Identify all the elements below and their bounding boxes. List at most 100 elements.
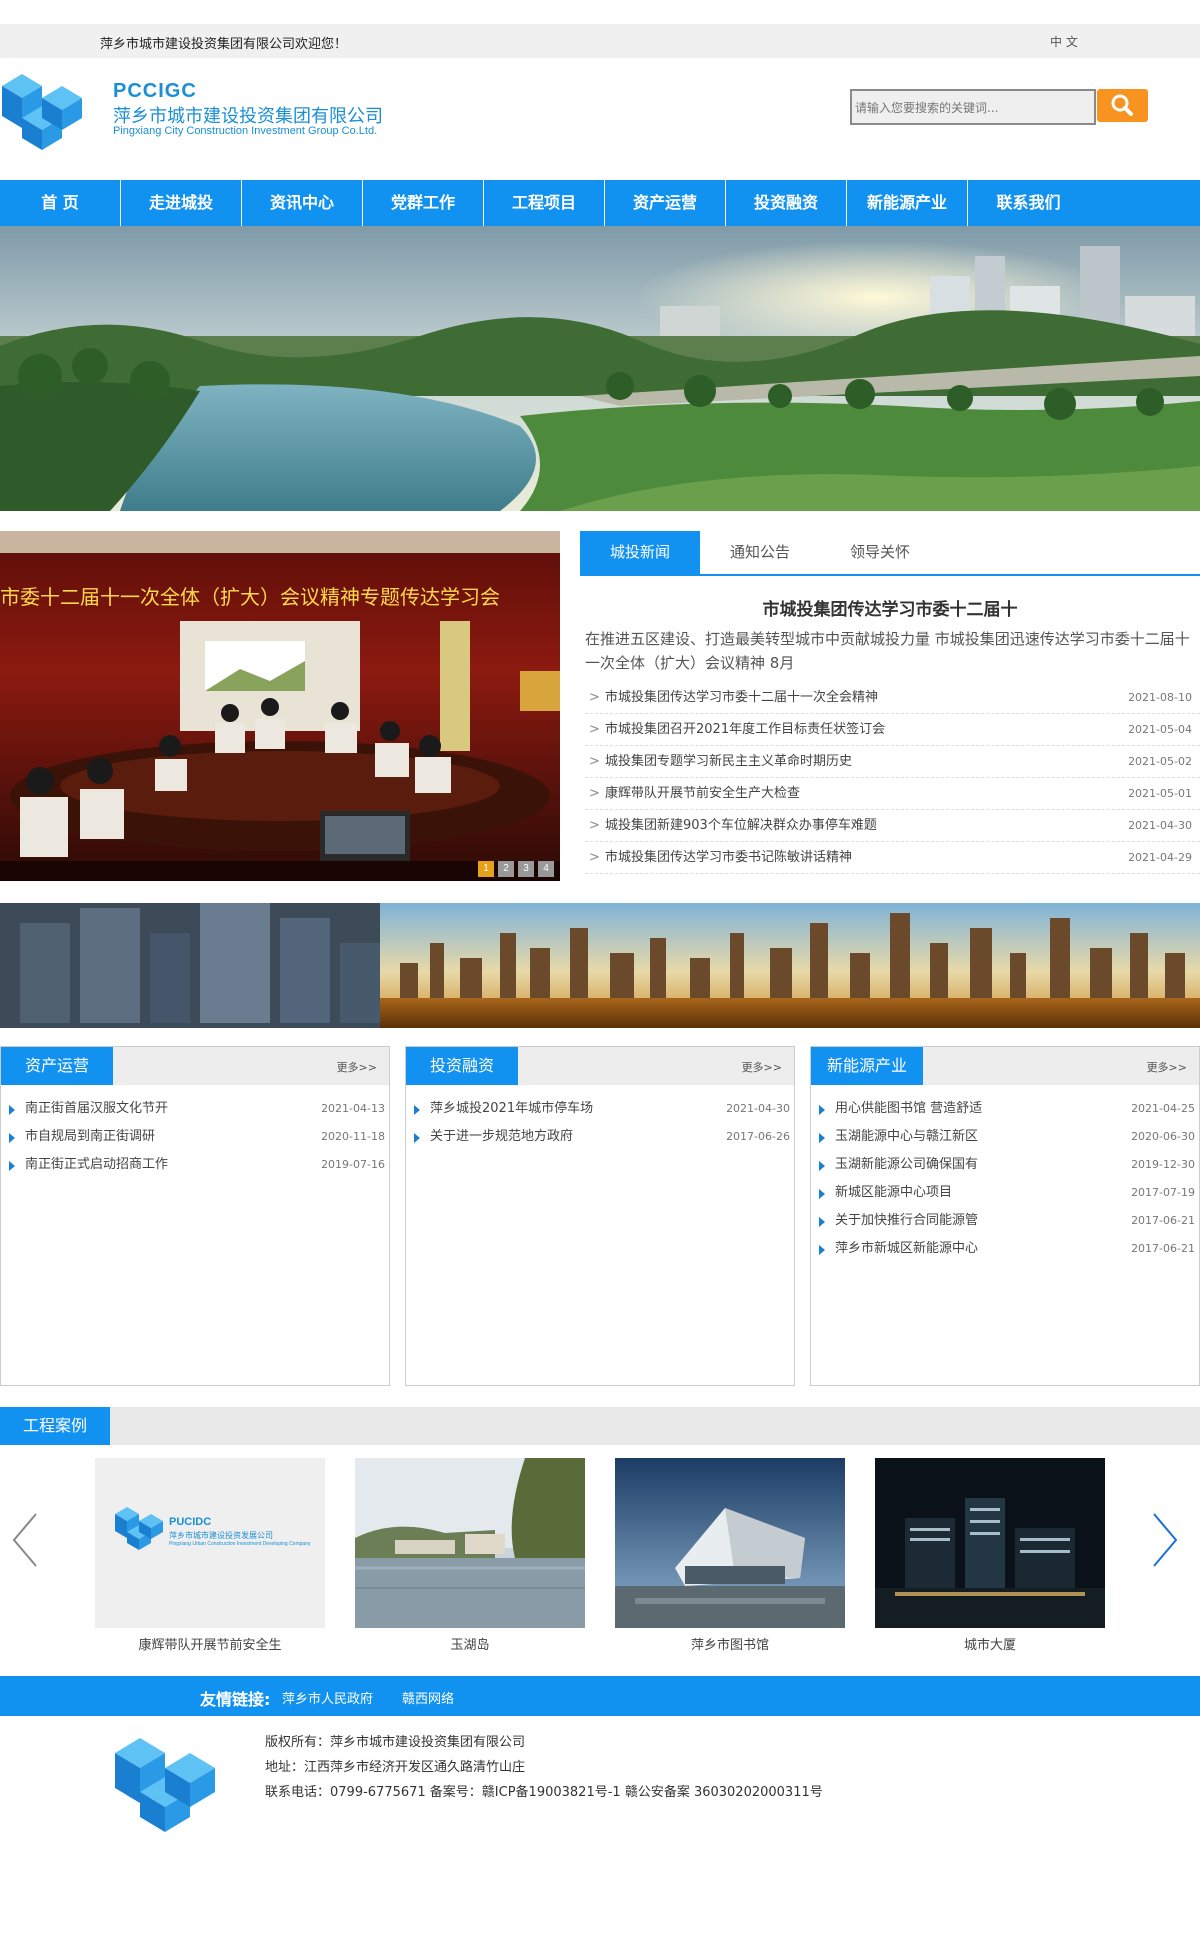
- box-list: 南正街首届汉服文化节开 2021-04-13 市自规局到南正街调研 2020-11-…: [1, 1085, 389, 1179]
- search-button[interactable]: [1097, 89, 1148, 122]
- list-item[interactable]: 南正街首届汉服文化节开 2021-04-13: [1, 1095, 389, 1123]
- box-title[interactable]: 资产运营: [1, 1047, 113, 1085]
- list-item[interactable]: 南正街正式启动招商工作 2019-07-16: [1, 1151, 389, 1179]
- chevron-right-icon[interactable]: [1150, 1510, 1180, 1570]
- nav-new-energy[interactable]: 新能源产业: [847, 180, 968, 226]
- list-item[interactable]: 萍乡市新城区新能源中心 2017-06-21: [811, 1235, 1199, 1263]
- nav-about[interactable]: 走进城投: [121, 180, 242, 226]
- item-title[interactable]: 市自规局到南正街调研: [25, 1129, 155, 1144]
- item-title[interactable]: 玉湖新能源公司确保国有: [835, 1157, 978, 1172]
- case-logo-english-name: Pingxiang Urban Construction Investment …: [169, 1541, 311, 1547]
- case-label[interactable]: 康辉带队开展节前安全生: [95, 1634, 325, 1653]
- more-link[interactable]: 更多>>: [1147, 1059, 1187, 1075]
- friend-links-label: 友情链接:: [200, 1690, 271, 1709]
- list-item[interactable]: > 城投集团专题学习新民主主义革命时期历史 2021-05-02: [585, 746, 1200, 778]
- asset-operation-box: 资产运营 更多>> 南正街首届汉服文化节开 2021-04-13 市自规局到南正街…: [0, 1046, 390, 1386]
- cases-header: 工程案例: [0, 1407, 1200, 1445]
- case-label[interactable]: 城市大厦: [875, 1634, 1105, 1653]
- item-title[interactable]: 萍乡市新城区新能源中心: [835, 1241, 978, 1256]
- list-item[interactable]: > 康辉带队开展节前安全生产大检查 2021-05-01: [585, 778, 1200, 810]
- triangle-bullet-icon: [819, 1245, 825, 1255]
- item-title[interactable]: 关于加快推行合同能源管: [835, 1213, 978, 1228]
- nav-investment[interactable]: 投资融资: [726, 180, 847, 226]
- featured-summary: 在推进五区建设、打造最美转型城市中贡献城投力量 市城投集团迅速传达学习市委十二届…: [585, 630, 1190, 672]
- nav-party-work[interactable]: 党群工作: [363, 180, 484, 226]
- triangle-bullet-icon: [819, 1217, 825, 1227]
- case-card[interactable]: 玉湖岛: [355, 1458, 585, 1653]
- list-item[interactable]: 新城区能源中心项目 2017-07-19: [811, 1179, 1199, 1207]
- triangle-bullet-icon: [414, 1133, 420, 1143]
- city-skyline-banner: [0, 903, 1200, 1028]
- slide-dot[interactable]: 3: [518, 861, 534, 877]
- item-title[interactable]: 萍乡城投2021年城市停车场: [430, 1101, 593, 1116]
- news-title[interactable]: 市城投集团召开2021年度工作目标责任状签订会: [605, 722, 885, 737]
- item-title[interactable]: 新城区能源中心项目: [835, 1185, 952, 1200]
- company-logo-icon[interactable]: [0, 64, 84, 162]
- news-title[interactable]: 城投集团专题学习新民主主义革命时期历史: [605, 754, 852, 769]
- slide-dot[interactable]: 1: [478, 861, 494, 877]
- list-item[interactable]: > 市城投集团传达学习市委十二届十一次全会精神 2021-08-10: [585, 682, 1200, 714]
- footer-contact: 联系电话：0799-6775671 备案号：赣ICP备19003821号-1 赣…: [265, 1785, 823, 1800]
- item-date: 2017-06-21: [1131, 1242, 1195, 1255]
- list-item[interactable]: 玉湖能源中心与赣江新区 2020-06-30: [811, 1123, 1199, 1151]
- search-input[interactable]: 请输入您要搜索的关键词...: [850, 89, 1096, 125]
- case-image[interactable]: [875, 1458, 1105, 1628]
- news-date: 2021-05-02: [1128, 755, 1192, 768]
- more-link[interactable]: 更多>>: [742, 1059, 782, 1075]
- main-nav: 首 页 走进城投 资讯中心 党群工作 工程项目 资产运营 投资融资 新能源产业 …: [0, 180, 1200, 226]
- list-item[interactable]: > 市城投集团传达学习市委书记陈敏讲话精神 2021-04-29: [585, 842, 1200, 874]
- nav-home[interactable]: 首 页: [0, 180, 121, 226]
- item-title[interactable]: 玉湖能源中心与赣江新区: [835, 1129, 978, 1144]
- news-title[interactable]: 康辉带队开展节前安全生产大检查: [605, 786, 800, 801]
- list-item[interactable]: 市自规局到南正街调研 2020-11-18: [1, 1123, 389, 1151]
- list-item[interactable]: 关于进一步规范地方政府 2017-06-26: [406, 1123, 794, 1151]
- case-card[interactable]: 城市大厦: [875, 1458, 1105, 1653]
- tab-notices[interactable]: 通知公告: [700, 531, 820, 574]
- list-item[interactable]: 玉湖新能源公司确保国有 2019-12-30: [811, 1151, 1199, 1179]
- case-image[interactable]: [355, 1458, 585, 1628]
- case-image[interactable]: [615, 1458, 845, 1628]
- news-slideshow[interactable]: 市委十二届十一次全体（扩大）会议精神专题传达学习会 1 2 3 4: [0, 531, 560, 881]
- box-title[interactable]: 新能源产业: [811, 1047, 923, 1085]
- chevron-right-icon: >: [589, 850, 600, 865]
- list-item[interactable]: 关于加快推行合同能源管 2017-06-21: [811, 1207, 1199, 1235]
- language-link[interactable]: 中 文: [1050, 33, 1078, 50]
- news-title[interactable]: 城投集团新建903个车位解决群众办事停车难题: [605, 818, 877, 833]
- case-card[interactable]: 萍乡市图书馆: [615, 1458, 845, 1653]
- tab-city-news[interactable]: 城投新闻: [580, 531, 700, 574]
- box-title[interactable]: 投资融资: [406, 1047, 518, 1085]
- triangle-bullet-icon: [819, 1133, 825, 1143]
- item-title[interactable]: 用心供能图书馆 营造舒适: [835, 1101, 982, 1116]
- friend-link[interactable]: 萍乡市人民政府: [282, 1688, 373, 1707]
- box-header: 投资融资 更多>>: [406, 1047, 794, 1085]
- item-title[interactable]: 南正街首届汉服文化节开: [25, 1101, 168, 1116]
- case-label[interactable]: 玉湖岛: [355, 1634, 585, 1653]
- nav-asset-operation[interactable]: 资产运营: [605, 180, 726, 226]
- list-item[interactable]: > 市城投集团召开2021年度工作目标责任状签订会 2021-05-04: [585, 714, 1200, 746]
- chevron-right-icon: >: [589, 722, 600, 737]
- friend-link[interactable]: 赣西网络: [402, 1688, 454, 1707]
- news-title[interactable]: 市城投集团传达学习市委书记陈敏讲话精神: [605, 850, 852, 865]
- logo-english-name: Pingxiang City Construction Investment G…: [113, 125, 378, 137]
- slide-dot[interactable]: 2: [498, 861, 514, 877]
- item-date: 2017-06-26: [726, 1130, 790, 1143]
- friend-links-bar: 友情链接: 萍乡市人民政府 赣西网络: [0, 1676, 1200, 1716]
- featured-headline[interactable]: 市城投集团传达学习市委十二届十: [580, 595, 1200, 620]
- nav-projects[interactable]: 工程项目: [484, 180, 605, 226]
- tab-leader-care[interactable]: 领导关怀: [820, 531, 940, 574]
- item-title[interactable]: 南正街正式启动招商工作: [25, 1157, 168, 1172]
- item-date: 2019-12-30: [1131, 1158, 1195, 1171]
- case-label[interactable]: 萍乡市图书馆: [615, 1634, 845, 1653]
- cases-title[interactable]: 工程案例: [0, 1407, 110, 1445]
- more-link[interactable]: 更多>>: [337, 1059, 377, 1075]
- nav-contact[interactable]: 联系我们: [968, 180, 1089, 226]
- news-title[interactable]: 市城投集团传达学习市委十二届十一次全会精神: [605, 690, 878, 705]
- chevron-left-icon[interactable]: [10, 1510, 40, 1570]
- slide-dot[interactable]: 4: [538, 861, 554, 877]
- list-item[interactable]: 用心供能图书馆 营造舒适 2021-04-25: [811, 1095, 1199, 1123]
- nav-news-center[interactable]: 资讯中心: [242, 180, 363, 226]
- case-card[interactable]: PUCIDC 萍乡市城市建设投资发展公司 Pingxiang Urban Con…: [95, 1458, 325, 1653]
- item-title[interactable]: 关于进一步规范地方政府: [430, 1129, 573, 1144]
- list-item[interactable]: 萍乡城投2021年城市停车场 2021-04-30: [406, 1095, 794, 1123]
- list-item[interactable]: > 城投集团新建903个车位解决群众办事停车难题 2021-04-30: [585, 810, 1200, 842]
